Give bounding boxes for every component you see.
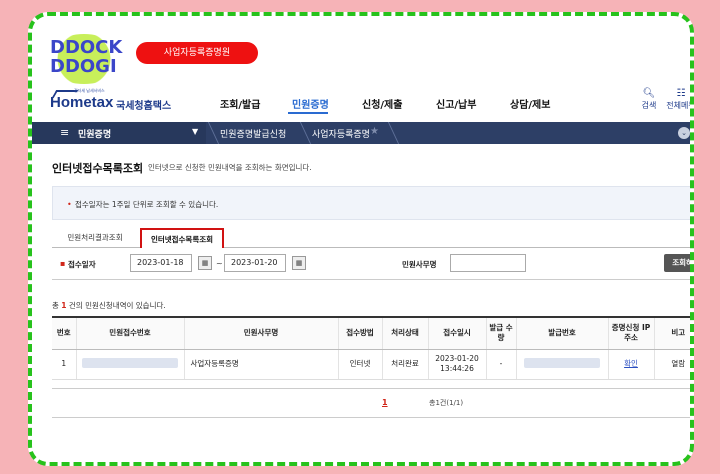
redacted-block bbox=[82, 357, 178, 368]
table-row: 1 사업자등록증명 인터넷 처리완료 2023-01-20 13:44:26 -… bbox=[52, 349, 690, 380]
col-note: 비고 bbox=[653, 316, 690, 350]
tab-bar: 민원처리결과조회 인터넷접수목록조회 bbox=[52, 226, 690, 248]
col-status: 처리상태 bbox=[381, 316, 428, 350]
tab-result-lookup[interactable]: 민원처리결과조회 bbox=[52, 228, 138, 248]
count-suffix: 건의 민원신청내역이 있습니다. bbox=[68, 301, 166, 310]
bullet-icon: • bbox=[67, 200, 72, 209]
nav-active-underline bbox=[288, 112, 328, 114]
cell-date: 2023-01-20 bbox=[435, 354, 479, 363]
calendar-icon[interactable]: ▦ bbox=[292, 256, 306, 270]
breadcrumb-bar: ≡ 민원증명 ▼ 민원증명발급신청 사업자등록증명 ★ ⌄ bbox=[32, 122, 690, 144]
cell-issue-qty: - bbox=[485, 349, 516, 380]
receipt-table: 번호 민원접수번호 민원사무명 접수방법 처리상태 접수일시 발급 수량 발급번… bbox=[52, 316, 690, 380]
all-menu-button[interactable]: ☷ 전체메뉴 bbox=[666, 88, 694, 111]
dashed-frame: DDOCK DDOGI 사업자등록증명원 전자세 납세서비스 Hometax 국… bbox=[28, 12, 694, 466]
caret-down-icon: ▼ bbox=[192, 127, 199, 136]
hometax-logo[interactable]: 전자세 납세서비스 Hometax 국세청홈택스 bbox=[50, 88, 180, 116]
notice-box: • 접수일자는 1주일 단위로 조회할 수 있습니다. bbox=[52, 186, 690, 220]
result-count: 총 1 건의 민원신청내역이 있습니다. bbox=[52, 300, 166, 311]
cell-method: 인터넷 bbox=[337, 349, 382, 380]
logo-kr: 국세청홈택스 bbox=[116, 101, 172, 112]
hamburger-icon: ≡ bbox=[60, 126, 70, 139]
page-title: 인터넷접수목록조회 bbox=[52, 162, 144, 175]
notice-text: 접수일자는 1주일 단위로 조회할 수 있습니다. bbox=[75, 200, 219, 209]
required-mark: ▪ bbox=[60, 259, 66, 268]
col-method: 접수방법 bbox=[337, 316, 382, 350]
sticker-line2: DDOGI bbox=[50, 56, 117, 77]
col-issue-number: 발급번호 bbox=[515, 316, 608, 350]
nav-report-pay[interactable]: 신고/납부 bbox=[436, 96, 476, 111]
chevron-down-icon[interactable]: ⌄ bbox=[678, 127, 690, 139]
breadcrumb-home[interactable]: ≡ 민원증명 ▼ bbox=[32, 122, 206, 144]
nav-civil-certificate[interactable]: 민원증명 bbox=[292, 96, 329, 111]
ip-check-link[interactable]: 확인 bbox=[624, 359, 638, 368]
cell-note[interactable]: 열람 bbox=[653, 349, 690, 380]
breadcrumb-item-current[interactable]: 사업자등록증명 bbox=[312, 127, 370, 140]
redacted-block bbox=[524, 357, 600, 368]
tab-internet-receipt-list[interactable]: 인터넷접수목록조회 bbox=[140, 228, 224, 248]
search-label: 검색 bbox=[641, 101, 657, 110]
cell-issue-number-redacted bbox=[515, 349, 608, 380]
cell-datetime: 2023-01-20 13:44:26 bbox=[427, 349, 486, 380]
search-row: ▪ 접수일자 2023-01-18 ▦ ~ 2023-01-20 ▦ 민원사무명… bbox=[52, 248, 690, 280]
sticker-line1: DDOCK bbox=[50, 37, 123, 58]
col-receipt-datetime: 접수일시 bbox=[427, 316, 486, 350]
favorite-star-icon[interactable]: ★ bbox=[370, 126, 379, 137]
date-from-input[interactable]: 2023-01-18 bbox=[130, 254, 192, 272]
col-issue-qty: 발급 수량 bbox=[485, 316, 516, 350]
nav-apply-submit[interactable]: 신청/제출 bbox=[362, 96, 402, 111]
grid-icon: ☷ bbox=[676, 88, 686, 99]
ddock-ddogi-sticker: DDOCK DDOGI bbox=[44, 34, 124, 84]
col-office-name: 민원사무명 bbox=[183, 316, 338, 350]
search-icon: 🔍︎ bbox=[642, 88, 656, 99]
breadcrumb-separator bbox=[288, 122, 312, 144]
search-submit-button[interactable]: 조회하기 bbox=[664, 254, 690, 272]
page: DDOCK DDOGI 사업자등록증명원 전자세 납세서비스 Hometax 국… bbox=[32, 16, 694, 462]
breadcrumb-item-apply[interactable]: 민원증명발급신청 bbox=[220, 127, 286, 140]
pagination: 1 총1건(1/1) bbox=[52, 388, 690, 418]
page-number-1[interactable]: 1 bbox=[382, 398, 388, 407]
date-range-tilde: ~ bbox=[216, 259, 223, 268]
table-header-row: 번호 민원접수번호 민원사무명 접수방법 처리상태 접수일시 발급 수량 발급번… bbox=[52, 316, 690, 350]
col-number: 번호 bbox=[52, 316, 76, 350]
nav-lookup-issue[interactable]: 조회/발급 bbox=[220, 96, 260, 111]
logo-text: Hometax bbox=[50, 94, 114, 111]
all-menu-label: 전체메뉴 bbox=[666, 101, 694, 110]
cell-time: 13:44:26 bbox=[440, 364, 474, 373]
breadcrumb-home-label: 민원증명 bbox=[78, 130, 112, 140]
cell-office-name: 사업자등록증명 bbox=[183, 349, 338, 380]
cell-number: 1 bbox=[52, 349, 76, 380]
calendar-icon[interactable]: ▦ bbox=[198, 256, 212, 270]
date-to-input[interactable]: 2023-01-20 bbox=[224, 254, 286, 272]
date-label: 접수일자 bbox=[68, 260, 96, 269]
count-prefix: 총 bbox=[52, 301, 59, 310]
cell-receipt-number-redacted bbox=[75, 349, 184, 380]
search-button[interactable]: 🔍︎ 검색 bbox=[634, 88, 664, 111]
page-count: 총1건(1/1) bbox=[429, 399, 464, 407]
count-number: 1 bbox=[61, 301, 67, 310]
office-name-input[interactable] bbox=[450, 254, 526, 272]
breadcrumb-separator bbox=[376, 122, 400, 144]
office-label: 민원사무명 bbox=[402, 260, 437, 269]
col-receipt-number: 민원접수번호 bbox=[75, 316, 184, 350]
col-ip-address: 증명신청 IP주소 bbox=[607, 316, 654, 350]
cell-status: 처리완료 bbox=[381, 349, 428, 380]
document-type-pill: 사업자등록증명원 bbox=[136, 42, 258, 64]
cell-ip: 확인 bbox=[607, 349, 654, 380]
nav-counsel[interactable]: 상담/제보 bbox=[510, 96, 550, 111]
page-subtitle: 인터넷으로 신청한 민원내역을 조회하는 화면입니다. bbox=[148, 163, 312, 172]
